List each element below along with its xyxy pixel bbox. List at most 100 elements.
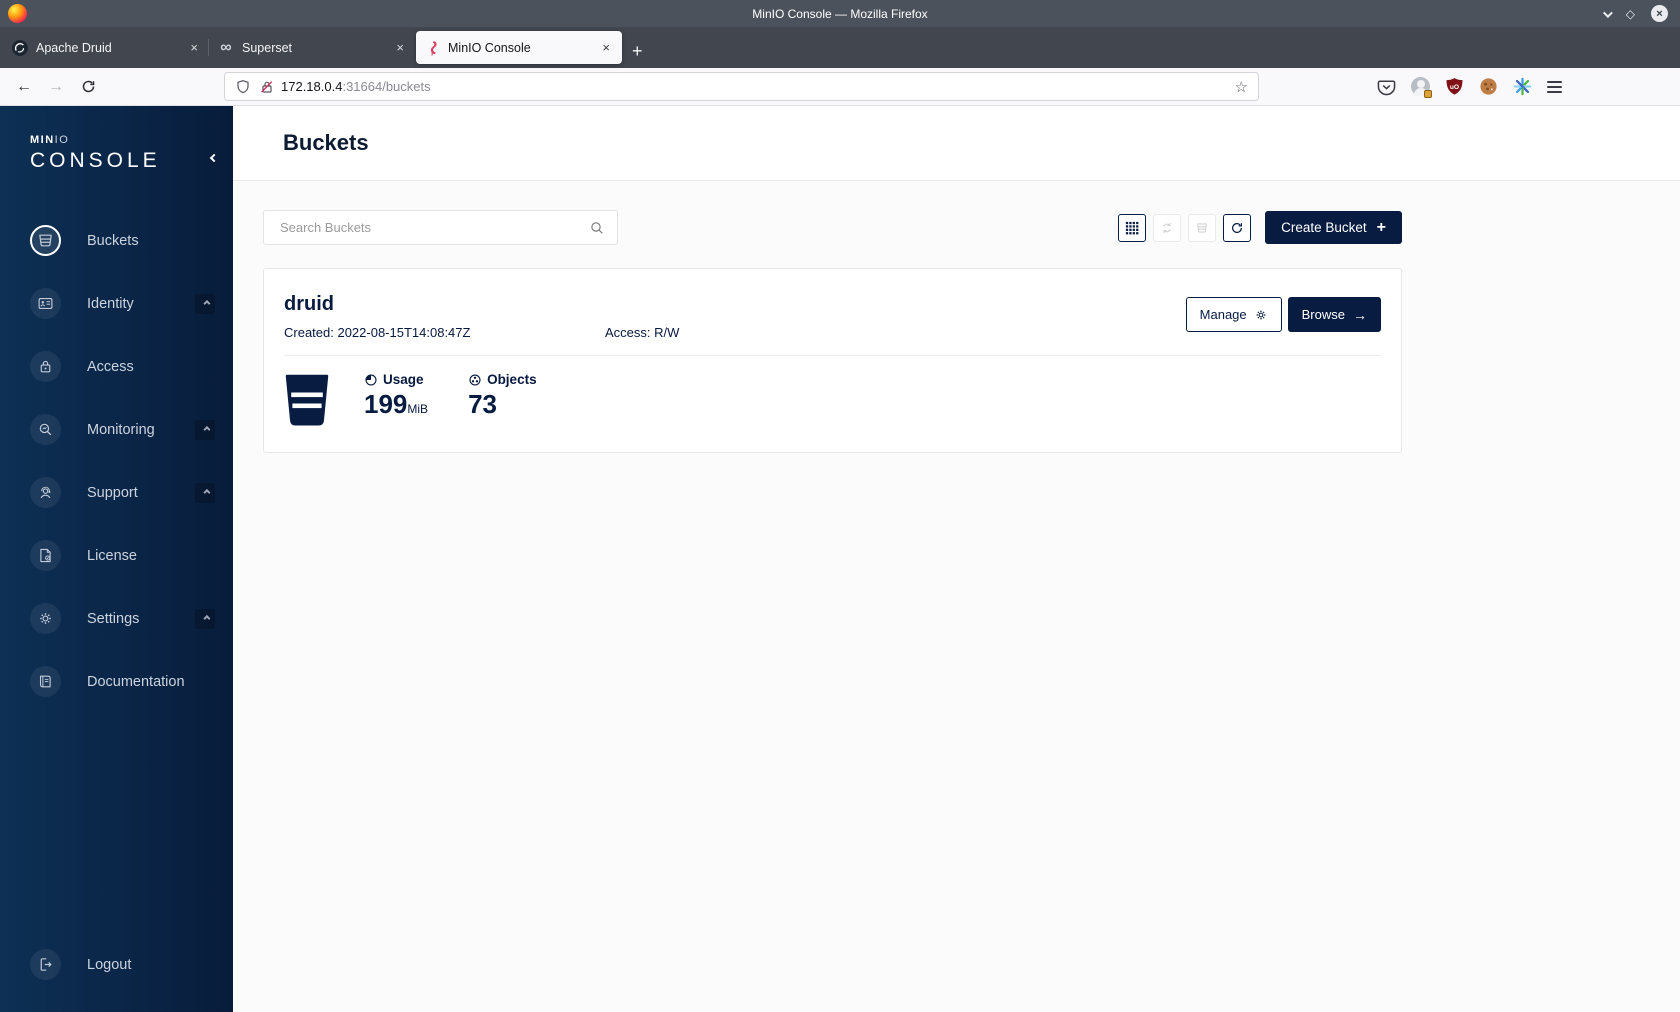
browser-toolbar: ← → 172.18.0.4:31664/buckets ☆ uO (0, 68, 1680, 106)
sidebar-item-label: Access (87, 358, 134, 375)
sidebar-collapse-icon[interactable] (209, 148, 219, 166)
browse-button[interactable]: Browse → (1287, 297, 1381, 332)
back-button[interactable]: ← (10, 73, 38, 101)
search-buckets-input[interactable] (280, 220, 589, 235)
superset-favicon-icon: ∞ (220, 38, 232, 56)
gear-icon (1256, 310, 1266, 319)
tab-minio-console[interactable]: MinIO Console × (416, 31, 622, 64)
sidebar-item-buckets[interactable]: Buckets (0, 209, 233, 272)
plus-icon: + (1376, 218, 1386, 236)
firefox-icon (8, 4, 27, 23)
sidebar-item-label: Identity (87, 295, 134, 312)
bucket-icon (30, 225, 61, 256)
sidebar-item-label: Monitoring (87, 421, 155, 438)
grid-view-button[interactable] (1118, 213, 1147, 242)
refresh-button[interactable] (1223, 213, 1252, 242)
support-headset-icon (30, 477, 61, 508)
window-titlebar: MinIO Console — Mozilla Firefox ◇ × (0, 0, 1680, 27)
new-tab-button[interactable]: + (632, 42, 643, 60)
bucket-name[interactable]: druid (284, 293, 679, 316)
sidebar-item-label: Settings (87, 610, 140, 627)
select-multiple-button[interactable] (1153, 213, 1182, 242)
usage-label: Usage (383, 372, 424, 387)
monitoring-search-icon (30, 414, 61, 445)
card-divider (284, 355, 1381, 356)
insecure-lock-icon[interactable] (259, 79, 275, 95)
bucket-access-label: Access: R/W (605, 325, 680, 340)
sidebar-item-license[interactable]: License (0, 524, 233, 587)
sidebar-item-logout[interactable]: Logout (0, 933, 233, 996)
sidebar-item-support[interactable]: Support (0, 461, 233, 524)
objects-label: Objects (487, 372, 537, 387)
bucket-large-icon (285, 374, 329, 426)
chevron-up-icon[interactable] (195, 608, 215, 629)
tab-label: MinIO Console (448, 40, 531, 55)
url-text[interactable]: 172.18.0.4:31664/buckets (281, 79, 1235, 94)
sidebar-item-label: License (87, 547, 137, 564)
url-path: :31664/buckets (342, 79, 431, 94)
url-bar[interactable]: 172.18.0.4:31664/buckets ☆ (224, 72, 1259, 101)
create-bucket-button[interactable]: Create Bucket + (1265, 211, 1402, 244)
sidebar-item-monitoring[interactable]: Monitoring (0, 398, 233, 461)
objects-icon (469, 373, 481, 386)
arrow-right-icon: → (1353, 306, 1367, 323)
minio-flamingo-favicon-icon (424, 40, 440, 56)
pocket-icon[interactable] (1377, 77, 1396, 96)
sidebar-item-label: Logout (87, 956, 132, 973)
sidebar-item-identity[interactable]: Identity (0, 272, 233, 335)
shield-icon[interactable] (235, 79, 251, 95)
lock-icon (30, 351, 61, 382)
logout-icon (30, 949, 61, 980)
sidebar-item-label: Buckets (87, 232, 139, 249)
hamburger-menu-icon[interactable] (1547, 80, 1562, 93)
chevron-up-icon[interactable] (195, 293, 215, 314)
reload-button[interactable] (74, 73, 102, 101)
main-content: Buckets Search Buckets Create Bucket + d… (233, 106, 1680, 1012)
forward-button[interactable]: → (42, 73, 70, 101)
profile-extension-icon[interactable] (1411, 77, 1432, 98)
tab-bar: Apache Druid × ∞ Superset × MinIO Consol… (0, 27, 1680, 68)
usage-stat: Usage 199MiB (364, 372, 428, 426)
tab-superset[interactable]: ∞ Superset × (208, 31, 416, 64)
tab-apache-druid[interactable]: Apache Druid × (4, 31, 210, 64)
sidebar: MINIO CONSOLE Buckets Identity Access Mo… (0, 106, 233, 1012)
identity-card-icon (30, 288, 61, 319)
manage-button[interactable]: Manage (1185, 297, 1282, 332)
window-close-button[interactable]: × (1651, 5, 1668, 22)
gear-icon (30, 603, 61, 634)
svg-text:uO: uO (1450, 84, 1459, 91)
tab-close-icon[interactable]: × (598, 38, 614, 57)
chevron-up-icon[interactable] (195, 482, 215, 503)
delete-buckets-button[interactable] (1188, 213, 1217, 242)
minio-console-logo: MINIO CONSOLE (30, 134, 161, 172)
tab-close-icon[interactable]: × (392, 38, 408, 57)
usage-unit: MiB (407, 402, 429, 416)
page-title: Buckets (283, 130, 369, 155)
search-buckets-box[interactable] (263, 210, 618, 245)
window-title: MinIO Console — Mozilla Firefox (752, 6, 928, 21)
book-icon (30, 666, 61, 697)
sidebar-item-access[interactable]: Access (0, 335, 233, 398)
bucket-card-druid: druid Created: 2022-08-15T14:08:47Z Acce… (263, 268, 1402, 453)
license-document-icon (30, 540, 61, 571)
cookie-extension-icon[interactable] (1479, 77, 1498, 96)
page-header: Buckets (233, 106, 1680, 181)
objects-value: 73 (468, 389, 497, 419)
chevron-up-icon[interactable] (195, 419, 215, 440)
asterisk-extension-icon[interactable] (1513, 77, 1532, 96)
sidebar-item-label: Support (87, 484, 138, 501)
tab-label: Superset (242, 40, 293, 55)
usage-pie-icon (365, 373, 377, 386)
window-maximize-button[interactable]: ◇ (1626, 8, 1635, 20)
window-minimize-button[interactable] (1602, 7, 1613, 21)
tab-label: Apache Druid (36, 40, 112, 55)
sidebar-item-settings[interactable]: Settings (0, 587, 233, 650)
bookmark-star-icon[interactable]: ☆ (1235, 78, 1248, 96)
search-icon (589, 220, 605, 236)
tab-close-icon[interactable]: × (186, 38, 202, 57)
objects-stat: Objects 73 (468, 372, 537, 426)
druid-favicon-icon (12, 39, 28, 56)
usage-value: 199MiB (364, 389, 429, 419)
sidebar-item-documentation[interactable]: Documentation (0, 650, 233, 713)
ublock-icon[interactable]: uO (1445, 77, 1464, 96)
